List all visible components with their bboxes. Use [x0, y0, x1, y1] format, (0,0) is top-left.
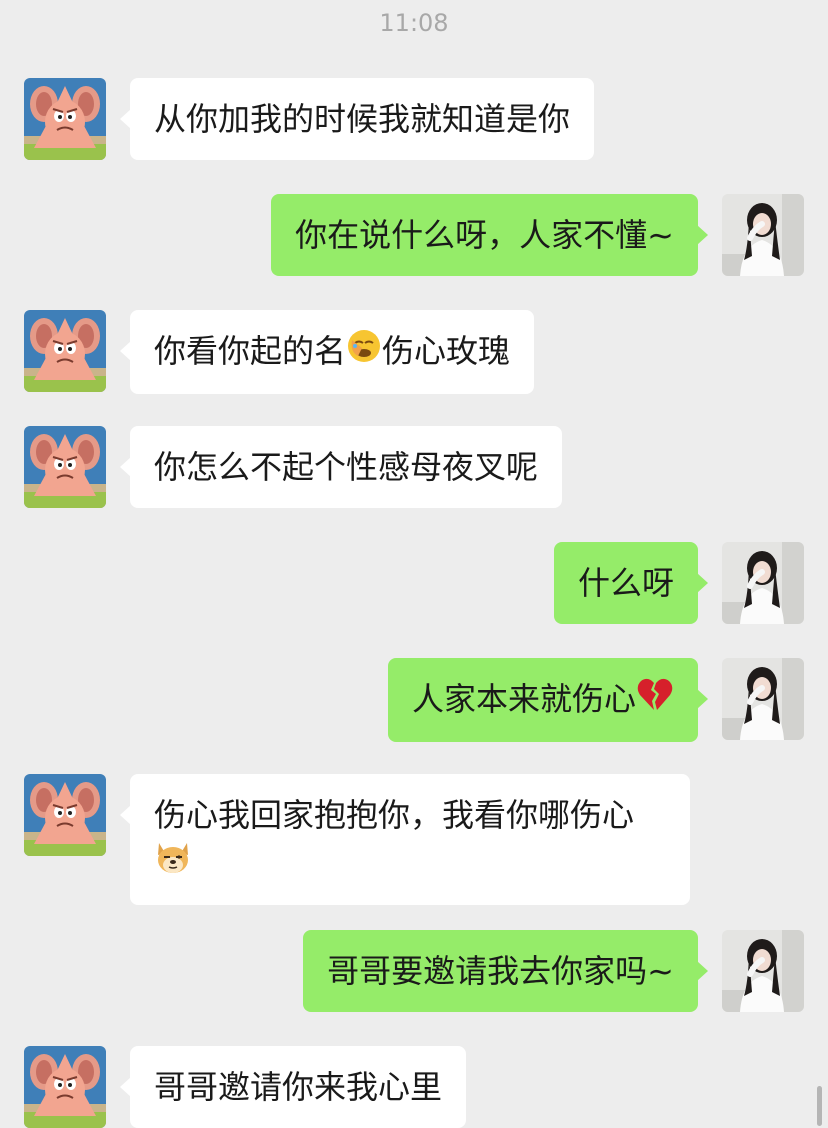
message-bubble-incoming[interactable]: 从你加我的时候我就知道是你	[119, 78, 595, 160]
message-bubble-outgoing[interactable]: 什么呀	[553, 542, 709, 624]
message-text: 哥哥要邀请我去你家吗~	[327, 952, 674, 990]
message-text: 人家本来就伤心	[411, 680, 636, 718]
message-bubble-outgoing[interactable]: 你在说什么呀，人家不懂~	[271, 194, 708, 276]
contact-avatar[interactable]	[24, 1046, 106, 1128]
message-bubble-incoming[interactable]: 你怎么不起个性感母夜叉呢	[119, 426, 563, 508]
message-text: 伤心我回家抱抱你，我看你哪伤心	[154, 796, 635, 834]
contact-avatar[interactable]	[24, 774, 106, 856]
user-avatar[interactable]	[722, 194, 804, 276]
user-avatar[interactable]	[722, 658, 804, 740]
message-bubble-outgoing[interactable]: 人家本来就伤心	[387, 658, 709, 742]
user-avatar[interactable]	[722, 930, 804, 1012]
contact-avatar[interactable]	[24, 310, 106, 392]
message-bubble-outgoing[interactable]: 哥哥要邀请我去你家吗~	[303, 930, 708, 1012]
contact-avatar[interactable]	[24, 78, 106, 160]
contact-avatar[interactable]	[24, 426, 106, 508]
timestamp: 11:08	[379, 9, 449, 37]
message-bubble-incoming[interactable]: 哥哥邀请你来我心里	[119, 1046, 467, 1128]
user-avatar[interactable]	[722, 542, 804, 624]
message-text: 你在说什么呀，人家不懂~	[295, 216, 674, 254]
facepalm-emoji-icon	[346, 312, 382, 394]
message-text: 哥哥邀请你来我心里	[154, 1068, 443, 1106]
scrollbar[interactable]	[817, 1086, 822, 1126]
message-text: 你怎么不起个性感母夜叉呢	[154, 448, 539, 486]
message-text: 从你加我的时候我就知道是你	[154, 100, 571, 138]
message-bubble-incoming[interactable]: 伤心我回家抱抱你，我看你哪伤心	[120, 774, 690, 905]
broken-heart-emoji-icon	[636, 660, 674, 742]
doge-emoji-icon	[154, 839, 192, 887]
message-text: 伤心玫瑰	[382, 332, 511, 370]
message-bubble-incoming[interactable]: 你看你起的名 伤心玫瑰	[119, 310, 535, 394]
message-text: 你看你起的名	[154, 332, 347, 370]
message-text: 什么呀	[577, 564, 674, 602]
